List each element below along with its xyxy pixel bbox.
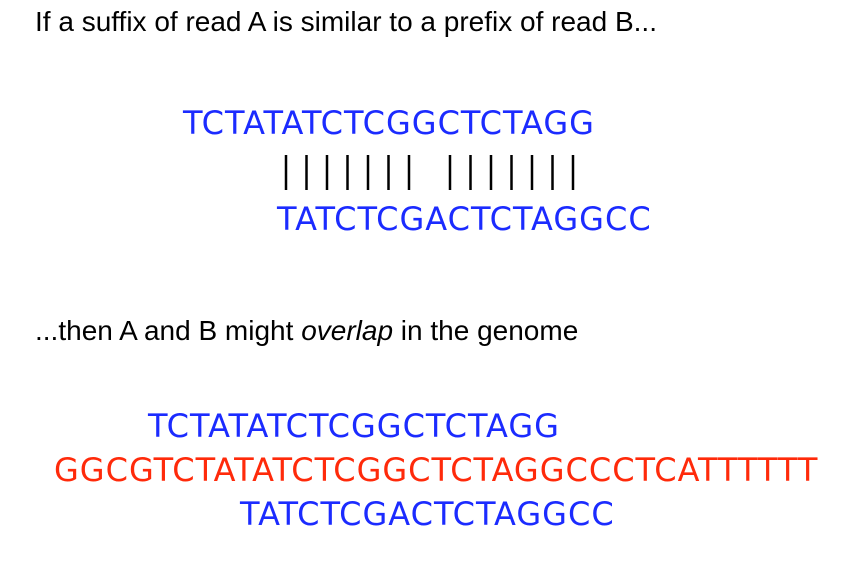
genome-sequence: GGCGTCTATATCTCGGCTCTAGGCCCTCATTTTTT xyxy=(54,451,819,489)
alignment-read-b: TATCTCGACTCTAGGCC xyxy=(277,200,652,238)
genome-layout-read-b: TATCTCGACTCTAGGCC xyxy=(240,495,615,533)
bottom-caption-before: ...then A and B might xyxy=(35,315,302,346)
bottom-caption-emphasis: overlap xyxy=(301,315,394,346)
genome-layout-read-a: TCTATATCTCGGCTCTAGG xyxy=(148,407,560,445)
bottom-caption: ...then A and B might overlap in the gen… xyxy=(35,317,578,345)
bottom-caption-after: in the genome xyxy=(393,315,579,346)
